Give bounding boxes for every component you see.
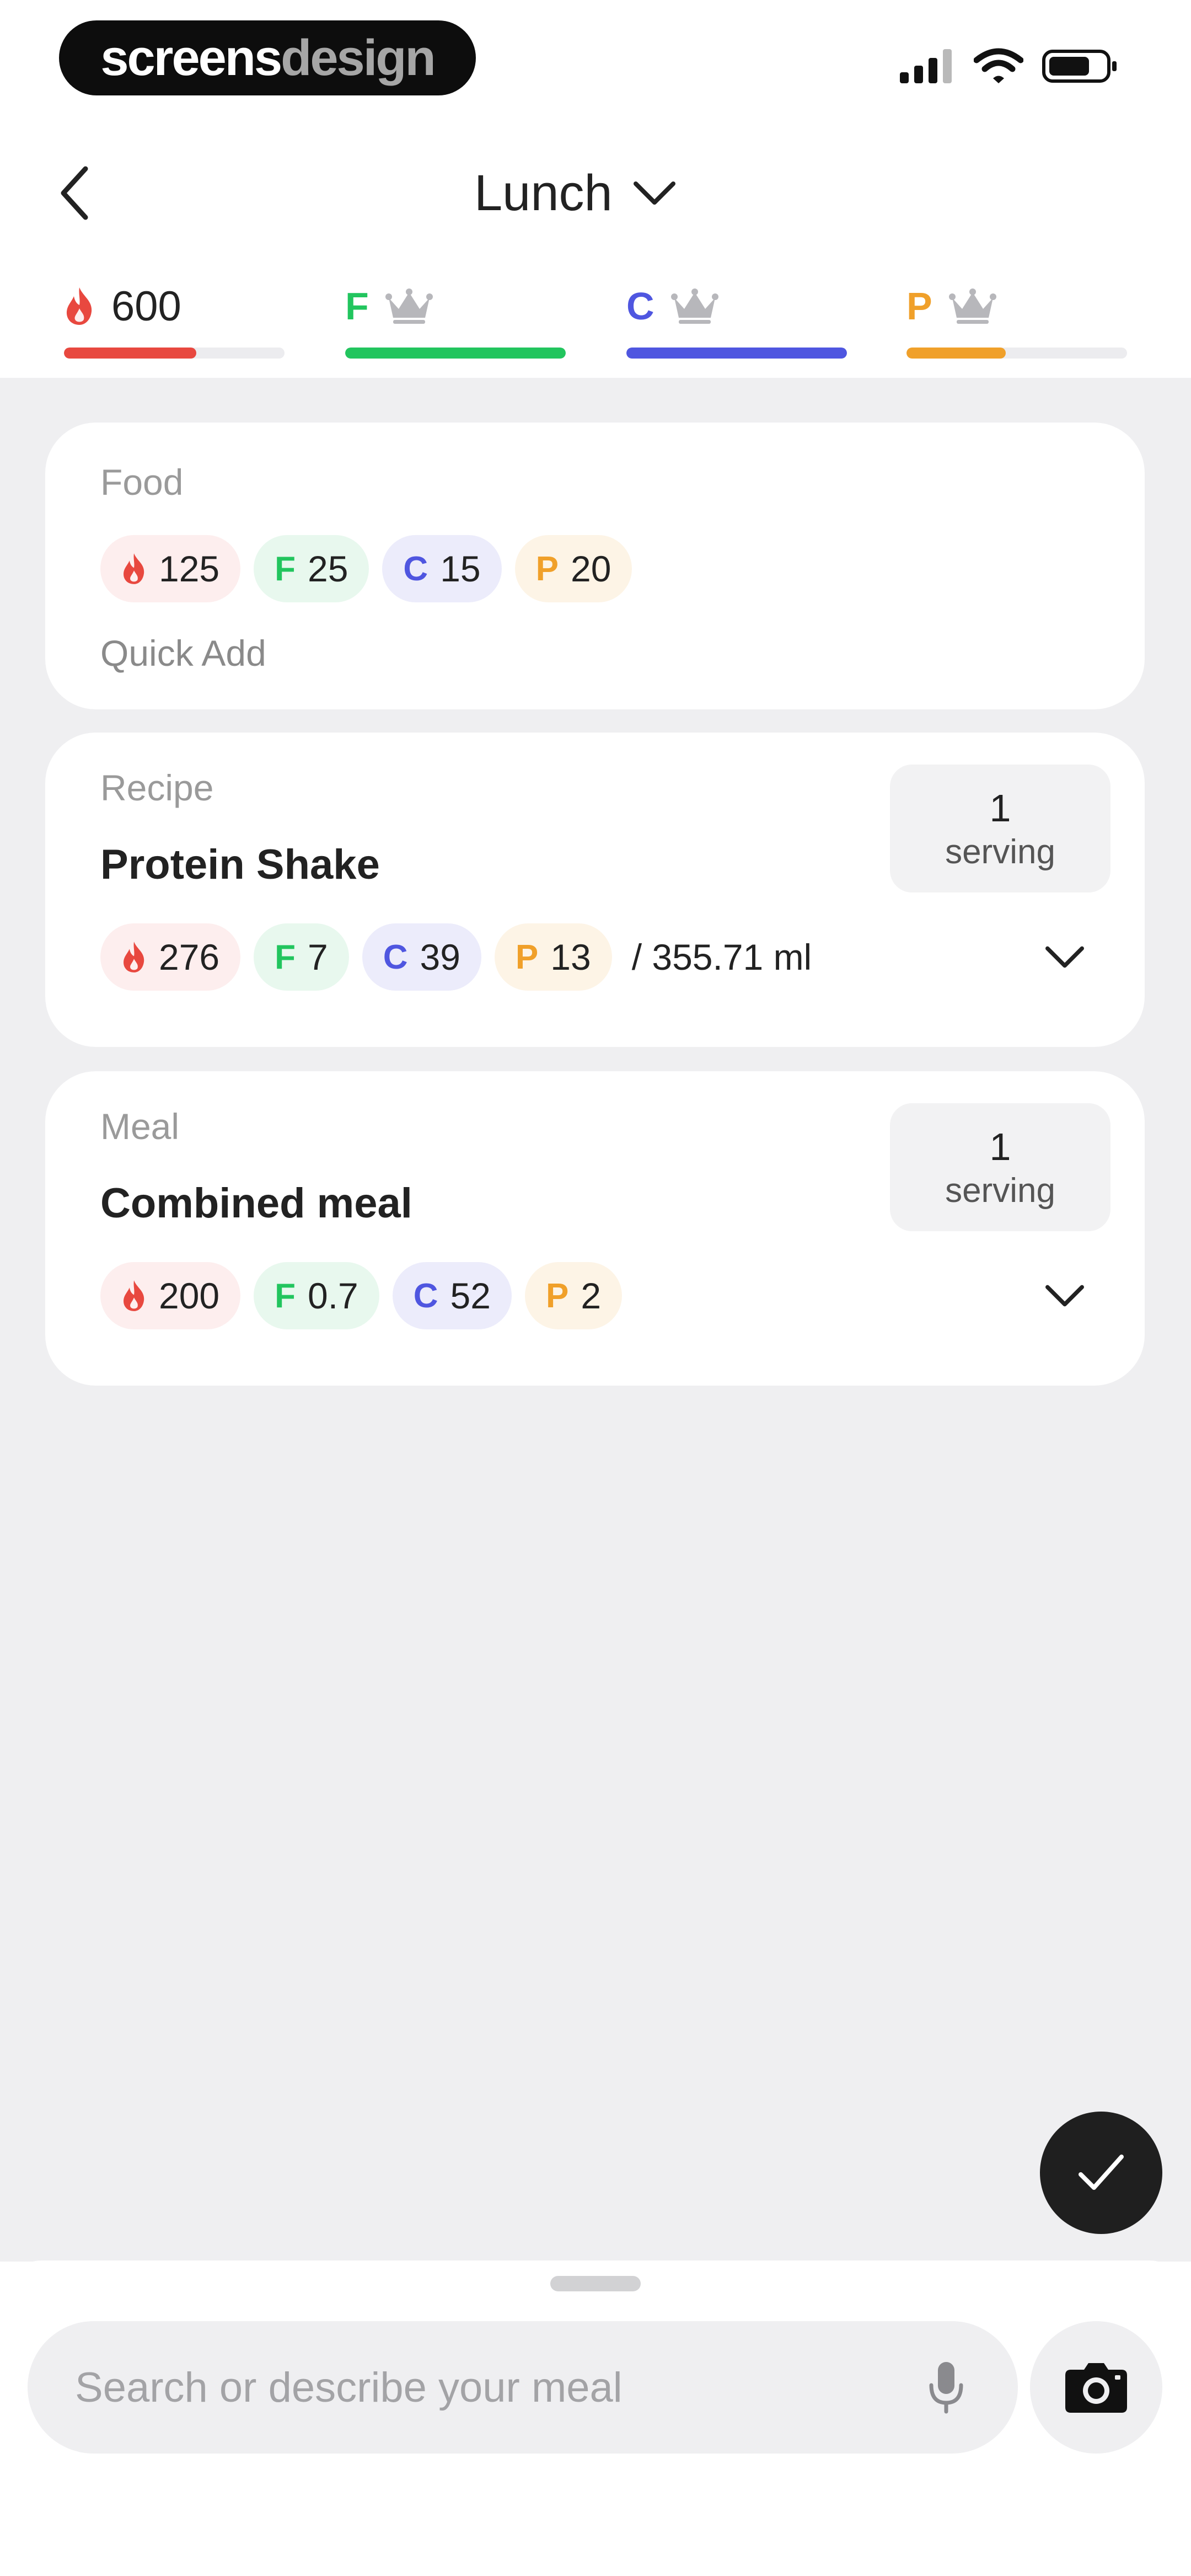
protein-letter: P: [906, 285, 932, 328]
carbs-chip: C 15: [382, 535, 502, 602]
carbs-value: 39: [420, 937, 460, 977]
fat-chip: F 7: [254, 923, 349, 991]
nutrition-chips: 125 F 25 C 15 P 20: [100, 535, 632, 602]
flame-icon: [124, 1280, 144, 1311]
item-name: Combined meal: [100, 1180, 412, 1227]
microphone-icon: [929, 2362, 963, 2414]
fat-value: 25: [308, 548, 348, 589]
protein-value: 13: [550, 937, 591, 977]
tab-calories[interactable]: 600: [64, 276, 285, 364]
calories-value: 200: [159, 1275, 220, 1316]
microphone-button[interactable]: [913, 2354, 979, 2420]
carbs-letter: C: [403, 549, 428, 588]
serving-unit: serving: [945, 1171, 1055, 1210]
wifi-icon: [974, 48, 1023, 83]
back-button[interactable]: [50, 160, 99, 226]
fat-letter: F: [275, 549, 296, 588]
expand-button[interactable]: [1034, 927, 1095, 987]
search-input[interactable]: [74, 2354, 913, 2421]
chevron-left-icon: [61, 166, 88, 220]
protein-chip: P 20: [514, 535, 632, 602]
carbs-chip: C 52: [392, 1262, 512, 1329]
search-field[interactable]: [28, 2321, 1018, 2454]
sheet-grabber-handle[interactable]: [550, 2276, 641, 2291]
fat-value: 0.7: [308, 1275, 358, 1316]
item-name: Protein Shake: [100, 841, 380, 888]
meal-type-selector[interactable]: Lunch: [474, 157, 677, 229]
carbs-value: 15: [440, 548, 481, 589]
fat-chip: F 0.7: [254, 1262, 379, 1329]
calories-chip: 200: [100, 1262, 241, 1329]
calories-progress-bar: [64, 348, 285, 359]
crown-icon: [385, 288, 433, 324]
camera-button[interactable]: [1030, 2321, 1162, 2454]
tab-protein[interactable]: P: [906, 276, 1127, 364]
recipe-item-card[interactable]: Recipe Protein Shake 1 serving 276 F 7 C…: [45, 733, 1145, 1047]
confirm-button[interactable]: [1040, 2112, 1162, 2234]
protein-letter: P: [515, 938, 539, 976]
chevron-down-icon: [633, 181, 675, 205]
item-type-label: Meal: [100, 1106, 180, 1147]
serving-quantity: 1: [989, 786, 1011, 830]
calories-total: 600: [111, 282, 181, 330]
per-amount: / 355.71 ml: [631, 937, 812, 977]
carbs-letter: C: [413, 1276, 438, 1315]
protein-letter: P: [535, 549, 559, 588]
brand-logo: screens design: [59, 20, 476, 95]
quick-add-label[interactable]: Quick Add: [100, 632, 266, 674]
nutrition-chips: 200 F 0.7 C 52 P 2: [100, 1262, 623, 1329]
tab-fat[interactable]: F: [345, 276, 566, 364]
food-item-card[interactable]: Food 125 F 25 C 15 P 20 Quick Add: [45, 423, 1145, 709]
fat-value: 7: [308, 937, 328, 977]
carbs-value: 52: [450, 1275, 491, 1316]
crown-icon: [670, 288, 718, 324]
expand-button[interactable]: [1034, 1265, 1095, 1326]
fat-letter: F: [275, 1276, 296, 1315]
carbs-letter: C: [626, 285, 654, 328]
serving-selector[interactable]: 1 serving: [890, 1103, 1110, 1231]
carbs-chip: C 39: [362, 923, 481, 991]
meal-item-card[interactable]: Meal Combined meal 1 serving 200 F 0.7 C…: [45, 1071, 1145, 1386]
calories-chip: 276: [100, 923, 241, 991]
brand-primary-text: screens: [100, 29, 282, 86]
brand-secondary-text: design: [281, 29, 436, 86]
serving-quantity: 1: [989, 1125, 1011, 1168]
serving-selector[interactable]: 1 serving: [890, 765, 1110, 892]
item-type-label: Food: [100, 462, 184, 503]
serving-unit: serving: [945, 832, 1055, 871]
checkmark-icon: [1079, 2155, 1124, 2190]
fat-letter: F: [275, 938, 296, 976]
status-icons: [900, 47, 1119, 85]
chevron-down-icon: [1045, 1285, 1084, 1307]
calories-value: 276: [159, 937, 220, 977]
camera-icon: [1065, 2363, 1127, 2413]
battery-icon: [1042, 50, 1117, 83]
calories-chip: 125: [100, 535, 241, 602]
fat-chip: F 25: [254, 535, 369, 602]
protein-progress-bar: [906, 348, 1127, 359]
meal-title: Lunch: [474, 164, 613, 221]
fat-letter: F: [345, 285, 369, 328]
carbs-progress-bar: [626, 348, 847, 359]
flame-icon: [66, 287, 92, 325]
tab-carbs[interactable]: C: [626, 276, 847, 364]
chevron-down-icon: [1045, 946, 1084, 968]
carbs-letter: C: [383, 938, 408, 976]
crown-icon: [948, 288, 996, 324]
calories-value: 125: [159, 548, 220, 589]
item-type-label: Recipe: [100, 767, 214, 808]
protein-chip: P 2: [524, 1262, 623, 1329]
protein-value: 20: [570, 548, 611, 589]
protein-letter: P: [545, 1276, 569, 1315]
protein-value: 2: [581, 1275, 602, 1316]
signal-icon: [900, 49, 952, 83]
flame-icon: [124, 553, 144, 584]
flame-icon: [124, 942, 144, 972]
protein-chip: P 13: [494, 923, 612, 991]
fat-progress-bar: [345, 348, 566, 359]
nutrition-chips: 276 F 7 C 39 P 13 / 355.71 ml: [100, 923, 812, 991]
